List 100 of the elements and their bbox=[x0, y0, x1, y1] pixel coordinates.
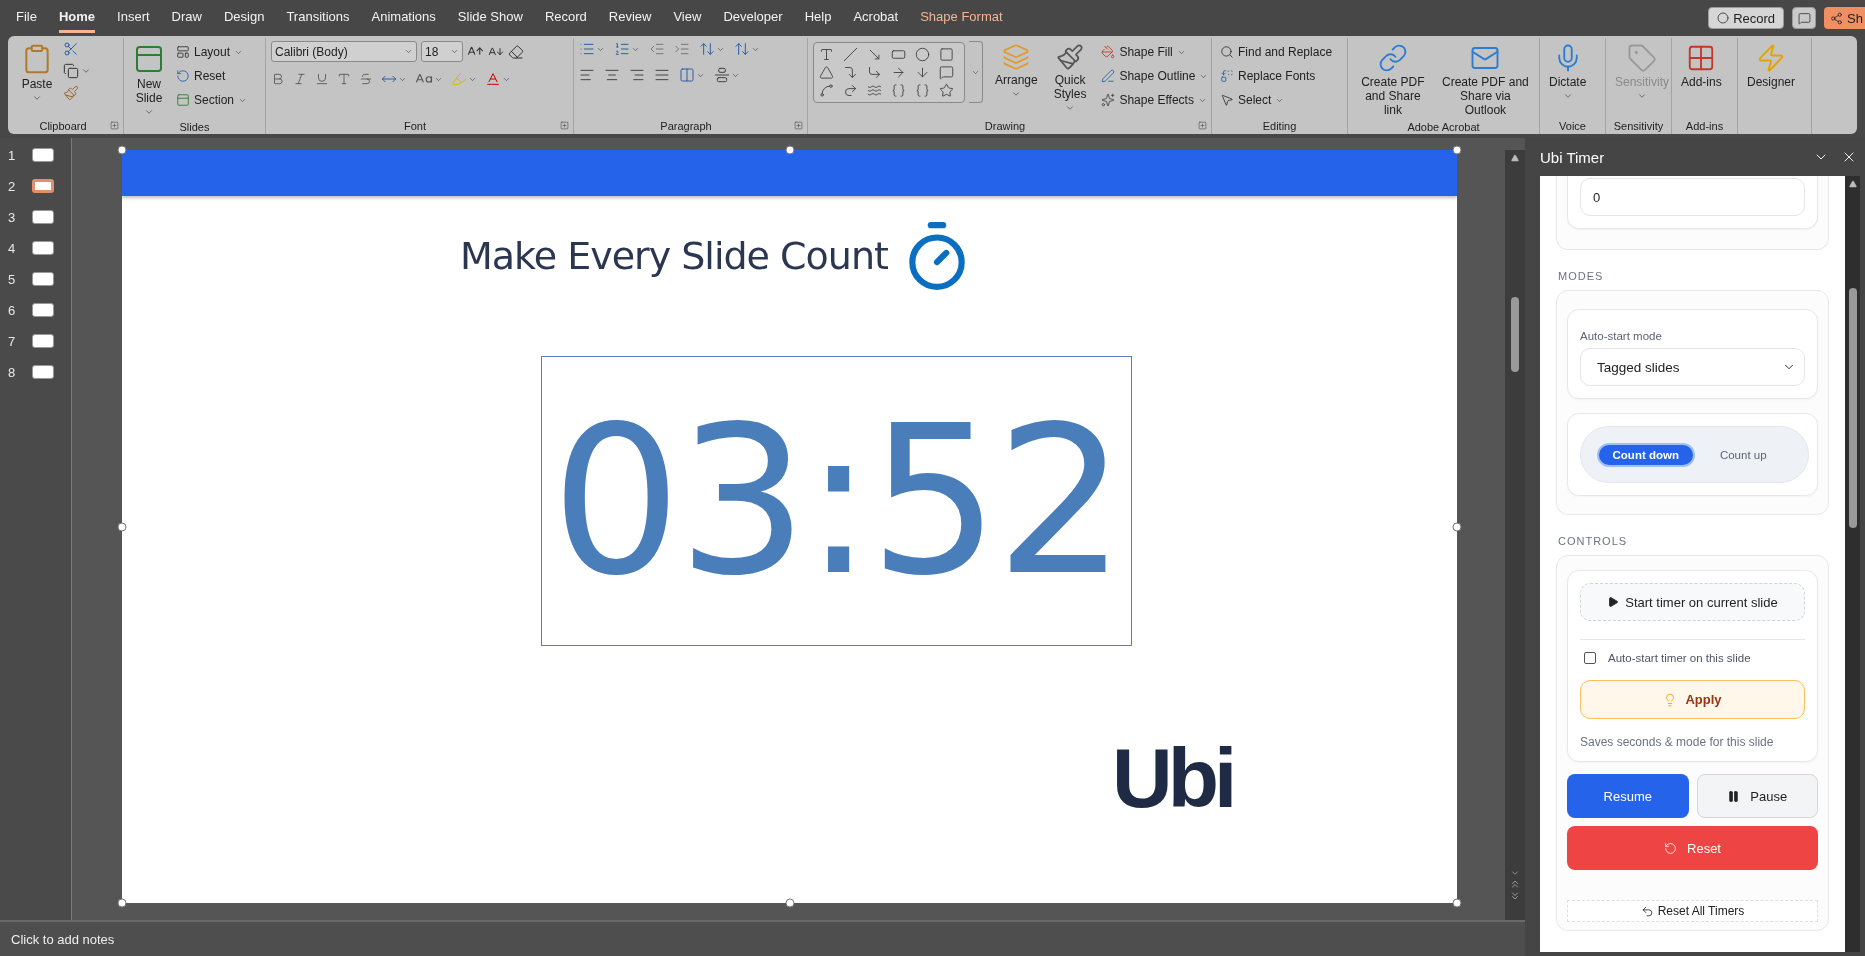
menu-tab[interactable]: Insert bbox=[117, 3, 150, 33]
ribbon-button[interactable]: Add-ins bbox=[1677, 41, 1726, 91]
menu-tab[interactable]: Animations bbox=[371, 3, 436, 33]
resize-handle[interactable] bbox=[1452, 522, 1462, 531]
dialog-launcher-icon[interactable] bbox=[794, 121, 803, 130]
arrange-button[interactable]: Arrange bbox=[991, 41, 1042, 101]
pause-button[interactable]: Pause bbox=[1696, 774, 1818, 818]
ribbon-button[interactable]: Create PDF and Share link bbox=[1353, 41, 1433, 119]
shapes-gallery[interactable] bbox=[813, 41, 965, 103]
slide-thumbnail[interactable] bbox=[32, 179, 54, 193]
justify-icon[interactable] bbox=[654, 67, 670, 83]
ribbon-command-button[interactable]: Select bbox=[1217, 89, 1336, 111]
font-name-field[interactable]: Calibri (Body) bbox=[271, 41, 417, 62]
quick-styles-button[interactable]: Quick Styles bbox=[1049, 41, 1091, 115]
align-left-icon[interactable] bbox=[579, 67, 595, 83]
scissors-icon[interactable] bbox=[63, 41, 79, 57]
mode-select[interactable]: Tagged slides bbox=[1580, 348, 1805, 386]
menu-tab[interactable]: Slide Show bbox=[457, 3, 523, 33]
menu-tab[interactable]: View bbox=[673, 3, 702, 33]
menu-tab[interactable]: Transitions bbox=[286, 3, 350, 33]
ribbon-button[interactable]: Create PDF and Share via Outlook bbox=[1436, 41, 1534, 119]
ribbon-button[interactable]: Designer bbox=[1743, 41, 1800, 91]
rounded-rectangle-icon[interactable] bbox=[939, 46, 954, 62]
apply-button[interactable]: Apply bbox=[1580, 680, 1805, 719]
elbow-arrow-icon[interactable] bbox=[867, 64, 882, 80]
textbox-icon[interactable] bbox=[819, 46, 834, 62]
notes-bar[interactable]: Click to add notes bbox=[0, 920, 1525, 956]
scroll-up-icon[interactable] bbox=[1511, 154, 1519, 162]
menu-tab[interactable]: Review bbox=[608, 3, 652, 33]
copy-icon[interactable] bbox=[63, 63, 79, 79]
paste-button[interactable]: Paste bbox=[17, 41, 57, 105]
underline-icon[interactable] bbox=[315, 72, 329, 86]
dialog-launcher-icon[interactable] bbox=[110, 121, 119, 130]
triangle-icon[interactable] bbox=[819, 64, 834, 80]
vertical-scrollbar[interactable] bbox=[1505, 150, 1525, 920]
callout-icon[interactable] bbox=[939, 64, 954, 80]
decrease-indent-icon[interactable] bbox=[649, 41, 665, 57]
star-icon[interactable] bbox=[939, 82, 954, 98]
previous-slide-icon[interactable] bbox=[1509, 878, 1521, 890]
menu-tab[interactable]: Help bbox=[804, 3, 832, 33]
toggle-option[interactable]: Count down bbox=[1597, 442, 1695, 467]
slide-thumbnail[interactable] bbox=[32, 210, 54, 224]
share-button[interactable]: Sh bbox=[1824, 7, 1865, 29]
ribbon-command-button[interactable]: Shape Effects bbox=[1098, 89, 1212, 111]
scroll-up-icon[interactable] bbox=[1848, 180, 1857, 188]
resize-handle[interactable] bbox=[785, 145, 794, 155]
bold-icon[interactable] bbox=[271, 72, 285, 86]
menu-tab[interactable]: Design bbox=[223, 3, 265, 33]
brace-icon[interactable] bbox=[915, 82, 930, 98]
columns-icon[interactable] bbox=[679, 67, 695, 83]
slide-thumbnail[interactable] bbox=[32, 148, 54, 162]
scrollbar-thumb[interactable] bbox=[1848, 288, 1857, 528]
font-color-icon[interactable] bbox=[485, 71, 501, 87]
align-center-icon[interactable] bbox=[604, 67, 620, 83]
text-direction-icon[interactable] bbox=[734, 41, 750, 57]
bullets-icon[interactable] bbox=[579, 41, 595, 57]
comments-button[interactable] bbox=[1792, 7, 1817, 29]
line-icon[interactable] bbox=[843, 46, 858, 62]
line-spacing-icon[interactable] bbox=[699, 41, 715, 57]
slide-thumbnail[interactable] bbox=[32, 272, 54, 286]
resize-handle[interactable] bbox=[117, 522, 127, 531]
menu-tab[interactable]: File bbox=[16, 3, 37, 33]
freeform-icon[interactable] bbox=[819, 82, 834, 98]
timer-textbox[interactable]: 03:52 bbox=[541, 356, 1132, 646]
ribbon-command-button[interactable]: Shape Fill bbox=[1098, 41, 1212, 63]
resume-button[interactable]: Resume bbox=[1567, 774, 1689, 818]
seconds-input[interactable]: 0 bbox=[1580, 178, 1805, 216]
slide-thumbnail[interactable] bbox=[32, 241, 54, 255]
menu-tab[interactable]: Developer bbox=[723, 3, 783, 33]
font-size-field[interactable]: 18 bbox=[421, 41, 463, 62]
resize-handle[interactable] bbox=[117, 145, 127, 155]
resize-handle[interactable] bbox=[117, 898, 127, 908]
slide-thumbnail[interactable] bbox=[32, 334, 54, 348]
checkbox[interactable] bbox=[1584, 652, 1596, 664]
slide-thumbnail[interactable] bbox=[32, 303, 54, 317]
down-arrow-icon[interactable] bbox=[915, 64, 930, 80]
ribbon-command-button[interactable]: Shape Outline bbox=[1098, 65, 1212, 87]
resize-handle[interactable] bbox=[785, 898, 794, 908]
menu-tab[interactable]: Home bbox=[58, 3, 96, 33]
scroll-down-icon[interactable] bbox=[1510, 868, 1520, 878]
slide-thumbnail[interactable] bbox=[32, 365, 54, 379]
dialog-launcher-icon[interactable] bbox=[560, 121, 569, 130]
ribbon-command-button[interactable]: Reset bbox=[173, 65, 251, 87]
ribbon-command-button[interactable]: Find and Replace bbox=[1217, 41, 1336, 63]
reset-all-button[interactable]: Reset All Timers bbox=[1567, 900, 1818, 922]
next-slide-icon[interactable] bbox=[1509, 890, 1521, 902]
ribbon-button[interactable]: Dictate bbox=[1545, 41, 1591, 103]
scrollbar-thumb[interactable] bbox=[1511, 297, 1519, 372]
menu-tab[interactable]: Record bbox=[544, 3, 587, 33]
record-button[interactable]: Record bbox=[1708, 7, 1785, 29]
brace-icon[interactable] bbox=[891, 82, 906, 98]
pane-scrollbar[interactable] bbox=[1845, 176, 1860, 952]
dialog-launcher-icon[interactable] bbox=[1198, 121, 1207, 130]
menu-tab[interactable]: Acrobat bbox=[853, 3, 899, 33]
right-arrow-icon[interactable] bbox=[891, 64, 906, 80]
clear-formatting-icon[interactable] bbox=[508, 43, 524, 60]
reset-button[interactable]: Reset bbox=[1567, 826, 1818, 870]
new-slide-button[interactable]: New Slide bbox=[129, 41, 169, 119]
resize-handle[interactable] bbox=[1452, 898, 1462, 908]
strikethrough-icon[interactable] bbox=[359, 72, 373, 86]
